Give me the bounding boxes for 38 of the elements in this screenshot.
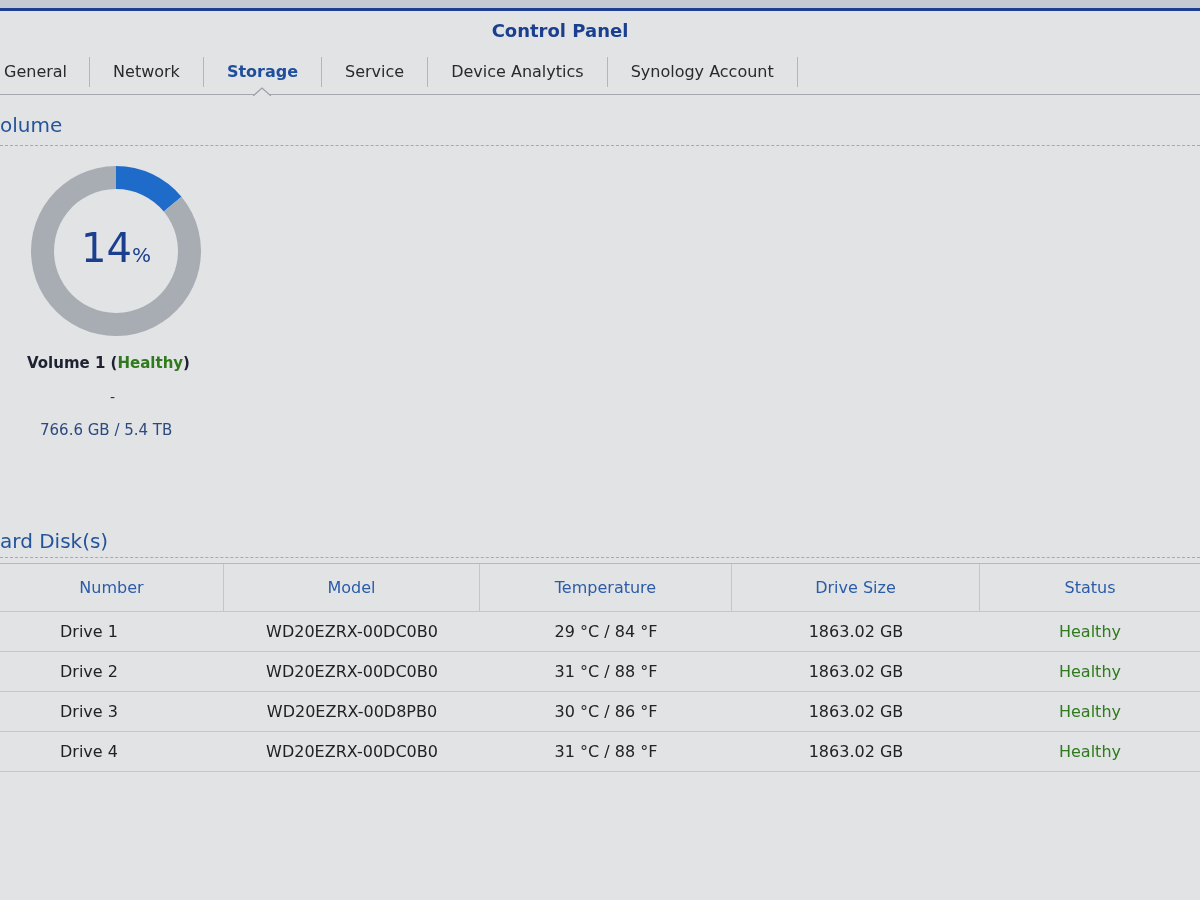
table-cell-text: Drive 1 <box>60 620 118 643</box>
table-cell-text: Drive 2 <box>60 660 118 683</box>
volume-title: Volume 1 (Healthy) <box>27 352 190 374</box>
column-header[interactable]: Model <box>327 575 376 600</box>
table-cell-text: Healthy <box>1059 740 1121 763</box>
table-cell-text: 1863.02 GB <box>808 740 904 763</box>
table-cell-text: 31 °C / 88 °F <box>554 740 658 763</box>
column-header[interactable]: Drive Size <box>815 575 896 600</box>
table-cell-text: 31 °C / 88 °F <box>554 660 658 683</box>
table-cell-text: WD20EZRX-00DC0B0 <box>266 660 438 683</box>
column-header[interactable]: Temperature <box>554 575 657 600</box>
table-cell-text: 30 °C / 86 °F <box>554 700 658 723</box>
table-cell-text: Drive 3 <box>60 700 118 723</box>
section-heading: ard Disk(s) <box>0 529 109 553</box>
column-header[interactable]: Number <box>79 575 144 600</box>
column-header[interactable]: Status <box>1064 575 1116 600</box>
tab[interactable]: Device Analytics <box>428 49 607 95</box>
table-cell-text: 29 °C / 84 °F <box>554 620 658 643</box>
section-heading: olume <box>0 113 63 137</box>
table-cell-text: Healthy <box>1059 660 1121 683</box>
table-cell-text: 1863.02 GB <box>808 700 904 723</box>
table-cell-text: WD20EZRX-00D8PB0 <box>266 700 438 723</box>
table-cell-text: 1863.02 GB <box>808 620 904 643</box>
tab[interactable]: Storage <box>203 49 322 95</box>
usage-percent: 14% <box>81 225 151 273</box>
table-cell-text: Healthy <box>1059 620 1121 643</box>
table-cell-text: 1863.02 GB <box>808 660 904 683</box>
window-title: Control Panel <box>491 19 629 43</box>
table-cell-text: WD20EZRX-00DC0B0 <box>266 620 438 643</box>
volume-detail: - <box>110 387 116 407</box>
volume-usage: 766.6 GB / 5.4 TB <box>40 419 173 441</box>
tab[interactable]: Service <box>322 49 428 95</box>
table-cell-text: Healthy <box>1059 700 1121 723</box>
tab[interactable]: Synology Account <box>607 49 797 95</box>
tab[interactable]: General <box>0 49 90 95</box>
tab[interactable]: Network <box>90 49 203 95</box>
table-cell-text: WD20EZRX-00DC0B0 <box>266 740 438 763</box>
table-cell-text: Drive 4 <box>60 740 118 763</box>
